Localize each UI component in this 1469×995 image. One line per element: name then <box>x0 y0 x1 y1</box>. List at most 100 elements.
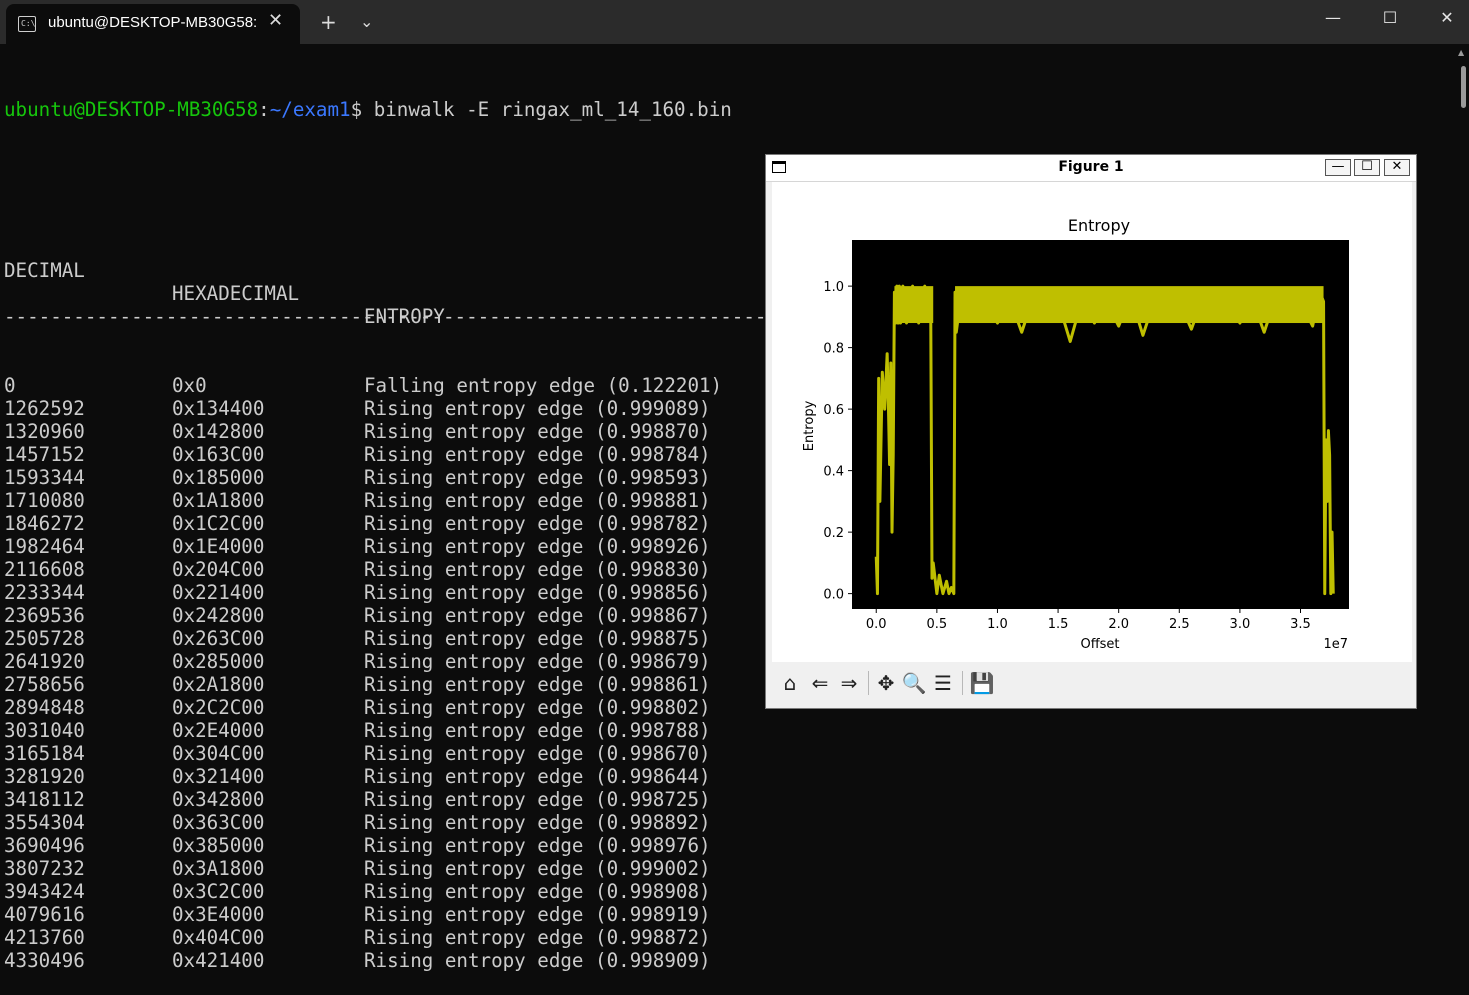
decimal-cell: 2758656 <box>4 673 85 696</box>
y-axis: 0.0 0.2 0.4 0.6 0.8 1.0 <box>823 280 852 603</box>
hex-cell: 0x385000 <box>172 834 265 857</box>
decimal-cell: 0 <box>4 374 16 397</box>
decimal-cell: 2505728 <box>4 627 85 650</box>
entropy-cell: Falling entropy edge (0.122201) <box>364 374 723 397</box>
table-row: 3554304 0x363C00 Rising entropy edge (0.99… <box>4 811 928 834</box>
home-icon[interactable]: ⌂ <box>776 669 804 697</box>
figure-minimize-button[interactable]: — <box>1325 159 1351 176</box>
back-icon[interactable]: ⇐ <box>806 669 834 697</box>
forward-icon[interactable]: ⇒ <box>835 669 863 697</box>
hex-cell: 0x142800 <box>172 420 265 443</box>
y-tick-label: 0.0 <box>823 588 844 603</box>
prompt-user: ubuntu@DESKTOP-MB30G58 <box>4 98 259 121</box>
decimal-cell: 2641920 <box>4 650 85 673</box>
terminal-icon: C:\ <box>18 16 36 32</box>
minimize-button[interactable]: — <box>1305 0 1361 36</box>
decimal-cell: 3165184 <box>4 742 85 765</box>
pan-icon[interactable]: ✥ <box>872 669 900 697</box>
table-row: 3943424 0x3C2C00 Rising entropy edge (0.99… <box>4 880 928 903</box>
y-tick-label: 0.8 <box>823 342 844 357</box>
hex-cell: 0x1E4000 <box>172 535 265 558</box>
entropy-cell: Rising entropy edge (0.998872) <box>364 926 711 949</box>
entropy-cell: Rising entropy edge (0.999002) <box>364 857 711 880</box>
entropy-cell: Rising entropy edge (0.998856) <box>364 581 711 604</box>
hex-cell: 0x263C00 <box>172 627 265 650</box>
table-row: 3031040 0x2E4000 Rising entropy edge (0.99… <box>4 719 928 742</box>
x-tick-label: 0.5 <box>927 617 948 632</box>
hex-cell: 0x163C00 <box>172 443 265 466</box>
decimal-cell: 3418112 <box>4 788 85 811</box>
decimal-cell: 3690496 <box>4 834 85 857</box>
table-row: 3807232 0x3A1800 Rising entropy edge (0.99… <box>4 857 928 880</box>
decimal-cell: 2369536 <box>4 604 85 627</box>
entropy-cell: Rising entropy edge (0.998670) <box>364 742 711 765</box>
x-tick-label: 3.5 <box>1290 617 1311 632</box>
figure-window: Figure 1 — ☐ ✕ Entropy 0.0 0.5 1.0 1.5 2.0 2.… <box>765 154 1417 709</box>
x-axis: 0.0 0.5 1.0 1.5 2.0 2.5 3.0 3.5 <box>866 609 1311 632</box>
header-entropy: ENTROPY <box>364 305 445 328</box>
hex-cell: 0x363C00 <box>172 811 265 834</box>
entropy-cell: Rising entropy edge (0.998784) <box>364 443 711 466</box>
y-tick-label: 0.2 <box>823 526 844 541</box>
terminal-tab[interactable]: C:\ ubuntu@DESKTOP-MB30G58: ✕ <box>6 4 300 44</box>
table-row: 4079616 0x3E4000 Rising entropy edge (0.99… <box>4 903 928 926</box>
zoom-icon[interactable]: 🔍 <box>900 669 928 697</box>
save-icon[interactable]: 💾 <box>968 669 996 697</box>
new-tab-button[interactable]: + <box>320 10 337 34</box>
decimal-cell: 4330496 <box>4 949 85 972</box>
configure-icon[interactable]: ☰ <box>929 669 957 697</box>
entropy-cell: Rising entropy edge (0.999089) <box>364 397 711 420</box>
decimal-cell: 3281920 <box>4 765 85 788</box>
prompt-colon: : <box>258 98 270 121</box>
x-tick-label: 2.5 <box>1169 617 1190 632</box>
figure-close-button[interactable]: ✕ <box>1384 159 1410 176</box>
series-band <box>894 286 934 324</box>
decimal-cell: 3031040 <box>4 719 85 742</box>
maximize-button[interactable]: ☐ <box>1362 0 1418 36</box>
entropy-cell: Rising entropy edge (0.998908) <box>364 880 711 903</box>
figure-maximize-button[interactable]: ☐ <box>1354 159 1380 176</box>
x-tick-label: 3.0 <box>1230 617 1251 632</box>
hex-cell: 0x0 <box>172 374 207 397</box>
hex-cell: 0x2E4000 <box>172 719 265 742</box>
hex-cell: 0x404C00 <box>172 926 265 949</box>
scroll-thumb[interactable] <box>1461 66 1466 108</box>
close-window-button[interactable]: ✕ <box>1419 0 1469 36</box>
hex-cell: 0x3A1800 <box>172 857 265 880</box>
title-bar: C:\ ubuntu@DESKTOP-MB30G58: ✕ + ⌄ — ☐ ✕ <box>0 0 1469 44</box>
entropy-cell: Rising entropy edge (0.998881) <box>364 489 711 512</box>
entropy-cell: Rising entropy edge (0.998919) <box>364 903 711 926</box>
plot-canvas[interactable]: Entropy 0.0 0.5 1.0 1.5 2.0 2.5 3.0 3.5 0.0 0.2 0… <box>772 182 1412 662</box>
decimal-cell: 1320960 <box>4 420 85 443</box>
scroll-up-icon[interactable]: ▲ <box>1458 48 1464 57</box>
tab-close-icon[interactable]: ✕ <box>268 10 283 31</box>
header-decimal: DECIMAL <box>4 259 85 282</box>
hex-cell: 0x185000 <box>172 466 265 489</box>
figure-titlebar[interactable]: Figure 1 — ☐ ✕ <box>766 155 1416 182</box>
hex-cell: 0x204C00 <box>172 558 265 581</box>
entropy-cell: Rising entropy edge (0.998870) <box>364 420 711 443</box>
entropy-cell: Rising entropy edge (0.998926) <box>364 535 711 558</box>
decimal-cell: 1457152 <box>4 443 85 466</box>
prompt-path: ~/exam1 <box>269 98 351 121</box>
entropy-chart: Entropy 0.0 0.5 1.0 1.5 2.0 2.5 3.0 3.5 0.00.20… <box>802 216 1349 652</box>
decimal-cell: 4213760 <box>4 926 85 949</box>
hex-cell: 0x285000 <box>172 650 265 673</box>
entropy-cell: Rising entropy edge (0.998725) <box>364 788 711 811</box>
chart-title: Entropy <box>1068 216 1130 235</box>
x-tick-label: 1.0 <box>987 617 1008 632</box>
table-row: 3690496 0x385000 Rising entropy edge (0.99… <box>4 834 928 857</box>
table-row: 4330496 0x421400 Rising entropy edge (0.99… <box>4 949 928 972</box>
entropy-cell: Rising entropy edge (0.998782) <box>364 512 711 535</box>
toolbar-separator <box>962 671 963 695</box>
figure-toolbar: ⌂ ⇐ ⇒ ✥ 🔍 ☰ 💾 <box>772 663 1412 703</box>
table-row: 4213760 0x404C00 Rising entropy edge (0.99… <box>4 926 928 949</box>
entropy-cell: Rising entropy edge (0.998976) <box>364 834 711 857</box>
tab-dropdown-icon[interactable]: ⌄ <box>360 12 373 31</box>
entropy-cell: Rising entropy edge (0.998867) <box>364 604 711 627</box>
decimal-cell: 2116608 <box>4 558 85 581</box>
figure-title: Figure 1 <box>1058 159 1124 175</box>
scrollbar[interactable] <box>1455 44 1469 748</box>
table-row: 3281920 0x321400 Rising entropy edge (0.99… <box>4 765 928 788</box>
prompt-symbol: $ <box>350 98 374 121</box>
